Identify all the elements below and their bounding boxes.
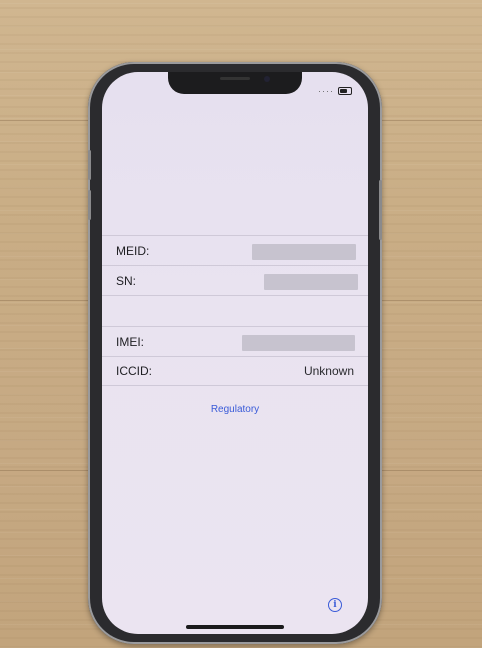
meid-row: MEID:: [102, 235, 368, 265]
front-camera: [264, 76, 270, 82]
meid-value-redacted: [252, 244, 356, 260]
info-icon[interactable]: i: [328, 598, 342, 612]
iccid-label: ICCID:: [116, 364, 152, 378]
imei-value-redacted: [242, 335, 355, 351]
home-indicator[interactable]: [186, 625, 284, 629]
volume-button: [88, 150, 91, 180]
imei-row: IMEI:: [102, 326, 368, 356]
speaker: [220, 77, 250, 80]
iccid-row: ICCID: Unknown: [102, 356, 368, 386]
imei-label: IMEI:: [116, 334, 145, 349]
side-button: [379, 180, 382, 240]
signal-dots-icon: ····: [318, 86, 334, 96]
notch: [168, 72, 302, 94]
battery-icon: [338, 87, 352, 95]
sn-value-redacted: [264, 274, 358, 290]
device-info-group: MEID: SN: IMEI: ICCID: Unknown: [102, 235, 368, 386]
phone-screen: ···· MEID: SN: IMEI: ICCID: Unknown Regu…: [102, 72, 368, 634]
sn-row: SN:: [102, 265, 368, 295]
blank-row: [102, 295, 368, 326]
status-bar: ····: [318, 86, 352, 96]
volume-button: [88, 190, 91, 220]
iccid-value: Unknown: [303, 364, 354, 378]
meid-label: MEID:: [116, 243, 150, 258]
sn-label: SN:: [116, 273, 137, 288]
regulatory-link[interactable]: Regulatory: [102, 404, 368, 415]
